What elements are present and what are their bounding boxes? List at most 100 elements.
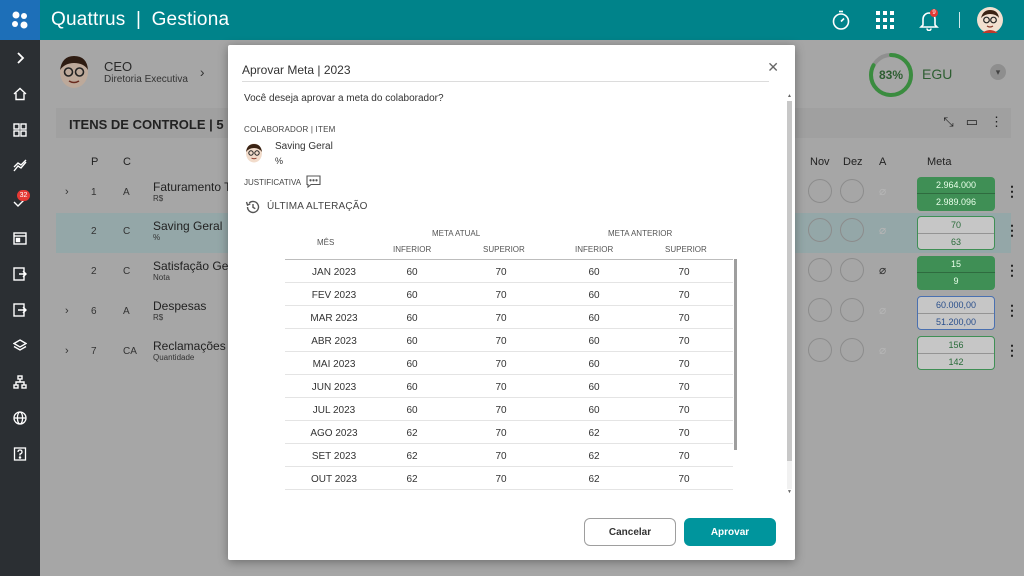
month-status-nov[interactable] [808,258,832,282]
more-vert-icon[interactable]: ⋮ [990,114,1003,130]
cancel-button[interactable]: Cancelar [584,518,676,546]
col-header-current-inferior: INFERIOR [393,245,432,254]
sidebar-item-export[interactable] [0,256,40,292]
table-row: OUT 2023 62 70 62 70 [285,467,733,490]
meta-value-box[interactable]: 60.000,00 51.200,00 [917,296,995,330]
more-vert-icon[interactable]: ⋮ [1005,342,1019,359]
apps-button[interactable] [865,0,905,40]
cell-previous-inferior: 62 [588,474,600,485]
sidebar-item-tasks[interactable]: 32 [0,184,40,220]
row-name: Saving Geral [153,219,223,233]
sidebar-item-help[interactable] [0,436,40,472]
scroll-up-arrow-icon[interactable]: ▲ [787,93,792,99]
meta-value-top: 2.964.000 [917,177,995,194]
table-row: MAI 2023 60 70 60 70 [285,352,733,375]
month-status-nov[interactable] [808,179,832,203]
attachment-icon[interactable]: ⌀ [879,303,886,317]
attachment-icon[interactable]: ⌀ [879,343,886,357]
profile-selector[interactable]: CEO Diretoria Executiva › [56,52,205,92]
cell-previous-superior: 70 [678,405,690,416]
attachment-icon[interactable]: ⌀ [879,223,886,237]
row-p: 1 [91,187,97,198]
layers-icon [13,339,27,351]
table-row: FEV 2023 60 70 60 70 [285,283,733,306]
row-c: A [123,187,130,198]
sidebar-item-trends[interactable] [0,148,40,184]
sidebar-item-logout[interactable] [0,292,40,328]
expand-chevron-icon[interactable]: › [65,186,69,198]
subtitles-icon[interactable]: ▭ [966,114,978,130]
sidebar-item-hierarchy[interactable] [0,364,40,400]
dialog-scrollbar[interactable]: ▲ ▼ [787,93,792,497]
cell-current-superior: 70 [495,359,507,370]
expand-chevron-icon[interactable]: › [65,305,69,317]
month-status-dez[interactable] [840,338,864,362]
month-status-dez[interactable] [840,298,864,322]
attachment-icon[interactable]: ⌀ [879,263,886,277]
col-header-current-superior: SUPERIOR [483,245,525,254]
notifications-button[interactable]: 9 [909,0,949,40]
cell-current-superior: 70 [495,474,507,485]
row-unit: R$ [153,313,164,322]
timer-button[interactable] [821,0,861,40]
month-status-dez[interactable] [840,218,864,242]
month-status-dez[interactable] [840,258,864,282]
chevron-right-icon [17,52,25,64]
month-status-nov[interactable] [808,218,832,242]
cell-month: FEV 2023 [311,290,357,301]
cell-month: ABR 2023 [311,336,357,347]
more-vert-icon[interactable]: ⋮ [1005,183,1019,200]
comment-icon[interactable] [306,175,321,188]
sidebar-expand[interactable] [0,40,40,76]
expand-chevron-icon[interactable]: › [65,345,69,357]
month-status-dez[interactable] [840,179,864,203]
more-vert-icon[interactable]: ⋮ [1005,222,1019,239]
meta-value-box[interactable]: 70 63 [917,216,995,250]
approve-button[interactable]: Aprovar [684,518,776,546]
meta-value-box[interactable]: 15 9 [917,256,995,290]
home-icon [13,87,27,101]
sidebar-item-calendar[interactable] [0,220,40,256]
more-vert-icon[interactable]: ⋮ [1005,262,1019,279]
meta-value-box[interactable]: 2.964.000 2.989.096 [917,177,995,211]
month-status-nov[interactable] [808,298,832,322]
cell-previous-superior: 70 [678,267,690,278]
score-label: EGU [922,66,953,82]
chevron-right-icon: › [199,64,205,80]
attachment-icon[interactable]: ⌀ [879,184,886,198]
collapse-icon[interactable]: ⤡ [943,114,953,130]
table-row: MAR 2023 60 70 60 70 [285,306,733,329]
topbar-divider [959,12,960,28]
meta-value-bottom: 51.200,00 [935,317,977,327]
meta-value-box[interactable]: 156 142 [917,336,995,370]
dashboard-icon [13,123,27,137]
cell-month: JAN 2023 [312,267,356,278]
notification-count-badge: 9 [930,9,938,17]
cell-previous-inferior: 62 [588,428,600,439]
row-c: CA [123,346,137,357]
cell-previous-superior: 70 [678,428,690,439]
cell-month: SET 2023 [311,451,357,462]
score-expand-button[interactable]: ▾ [990,64,1006,80]
sidebar-item-globe[interactable] [0,400,40,436]
row-name: Reclamações c [153,339,236,353]
row-name: Faturamento To [153,180,237,194]
more-vert-icon[interactable]: ⋮ [1005,302,1019,319]
cell-current-inferior: 60 [406,336,418,347]
user-avatar-button[interactable] [970,0,1010,40]
sidebar-item-dashboard[interactable] [0,112,40,148]
sidebar-item-home[interactable] [0,76,40,112]
row-p: 2 [91,226,97,237]
sidebar-item-layers[interactable] [0,328,40,364]
app-logo-button[interactable] [0,0,40,40]
cell-current-inferior: 60 [406,359,418,370]
scrollbar-thumb[interactable] [787,101,792,461]
close-icon[interactable]: ✕ [767,59,779,76]
cell-current-superior: 70 [495,267,507,278]
cell-current-superior: 70 [495,382,507,393]
table-scrollbar[interactable] [734,259,737,450]
scroll-down-arrow-icon[interactable]: ▼ [787,489,792,495]
cell-current-inferior: 62 [406,451,418,462]
month-status-nov[interactable] [808,338,832,362]
apps-grid-icon [876,11,894,29]
